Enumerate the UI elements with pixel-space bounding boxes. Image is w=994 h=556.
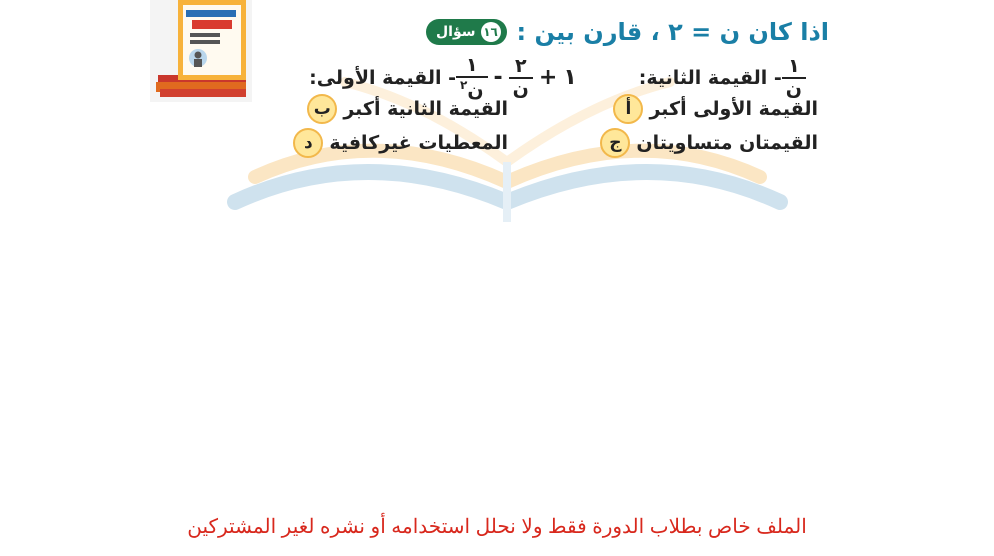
option-text: القيمة الأولى أكبر <box>649 98 818 120</box>
footer-notice: الملف خاص بطلاب الدورة فقط ولا نحلل استخ… <box>187 516 807 538</box>
option-letter-badge: أ <box>613 94 644 124</box>
fraction-numerator: ١ <box>465 53 478 76</box>
fraction-two-over-n: ٢ ن <box>508 54 533 99</box>
answer-options: أ القيمة الأولى أكبر ب القيمة الثانية أك… <box>293 94 818 164</box>
option-letter-badge: ج <box>600 128 631 158</box>
question-badge: سؤال ١٦ <box>426 19 507 45</box>
first-value-label: - القيمة الأولى: <box>309 67 456 89</box>
option-letter-badge: د <box>293 128 324 158</box>
question-header: سؤال ١٦ اذا كان ن = ٢ ، قارن بين : <box>426 12 829 52</box>
fraction-one-over-n: ١ ن <box>781 55 806 99</box>
option-b[interactable]: ب القيمة الثانية أكبر <box>307 94 508 124</box>
option-a[interactable]: أ القيمة الأولى أكبر <box>613 94 818 124</box>
second-value-label: - القيمة الثانية: <box>638 67 782 89</box>
plus-sign: + <box>538 65 558 91</box>
question-number: ١٦ <box>480 22 501 42</box>
option-d[interactable]: د المعطيات غيركافية <box>293 128 508 158</box>
question-text: اذا كان ن = ٢ ، قارن بين : <box>516 18 829 46</box>
fraction-numerator: ١ <box>788 55 800 77</box>
book-cover-image <box>150 0 252 102</box>
option-text: القيمة الثانية أكبر <box>343 98 508 120</box>
constant-one: ١ <box>563 65 577 91</box>
fraction-numerator: ٢ <box>514 54 527 77</box>
option-text: القيمتان متساويتان <box>636 132 818 154</box>
option-letter-badge: ب <box>307 94 338 124</box>
option-text: المعطيات غيركافية <box>329 132 508 154</box>
minus-sign: - <box>493 65 503 91</box>
question-badge-label: سؤال <box>436 24 476 40</box>
option-c[interactable]: ج القيمتان متساويتان <box>600 128 818 158</box>
